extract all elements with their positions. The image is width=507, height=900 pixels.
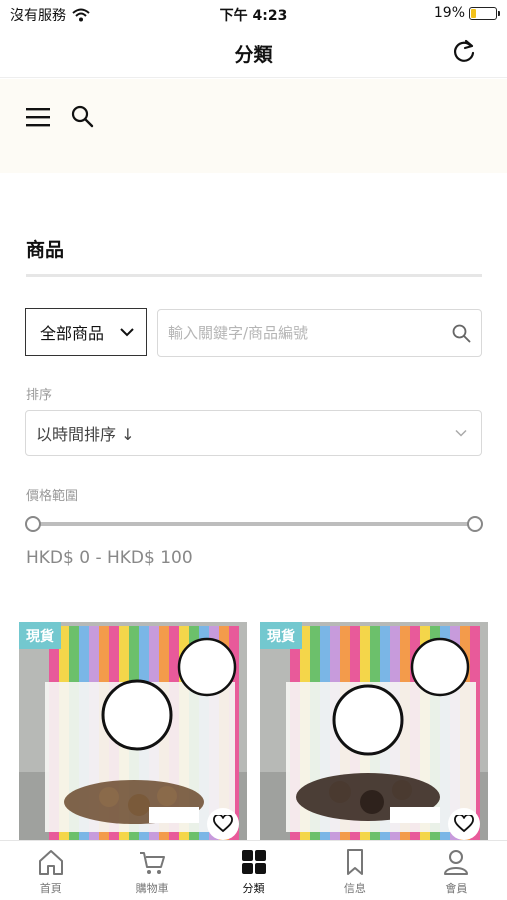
tab-category[interactable]: 分類 — [203, 841, 304, 900]
tab-label: 信息 — [343, 882, 366, 895]
battery-icon — [469, 6, 500, 20]
bottom-tab-bar: 首頁 購物車 分類 信息 會員 — [0, 840, 507, 900]
tab-label: 會員 — [445, 882, 468, 895]
grid-icon — [241, 850, 266, 874]
search-field[interactable] — [157, 309, 482, 357]
price-slider-track — [33, 522, 475, 526]
tab-member[interactable]: 會員 — [406, 841, 507, 900]
stock-badge: 現貨 — [19, 622, 61, 649]
price-slider-min-handle[interactable] — [25, 516, 41, 532]
section-title: 商品 — [26, 239, 65, 261]
tab-cart[interactable]: 購物車 — [101, 841, 202, 900]
cart-icon — [140, 852, 166, 874]
category-select-value: 全部商品 — [40, 324, 105, 343]
tab-home[interactable]: 首頁 — [0, 841, 101, 900]
product-card[interactable]: 現貨 — [19, 622, 247, 844]
price-range-value: HKD$ 0 - HKD$ 100 — [26, 548, 193, 568]
top-toolbar — [0, 79, 507, 173]
bookmark-icon — [346, 849, 363, 875]
tab-messages[interactable]: 信息 — [304, 841, 405, 900]
chevron-down-icon — [455, 429, 467, 437]
tab-label: 購物車 — [135, 882, 169, 895]
search-input[interactable] — [168, 324, 451, 342]
clock: 下午 4:23 — [219, 8, 288, 24]
hamburger-menu-icon[interactable] — [26, 105, 50, 129]
nav-header: 分類 — [0, 28, 507, 78]
category-select[interactable]: 全部商品 — [25, 308, 147, 356]
search-icon[interactable] — [451, 323, 471, 343]
heart-icon — [213, 815, 233, 833]
price-range-label: 價格範圍 — [26, 489, 79, 504]
page-title: 分類 — [234, 44, 273, 66]
wishlist-button[interactable] — [207, 808, 239, 840]
price-slider-max-handle[interactable] — [467, 516, 483, 532]
search-icon[interactable] — [70, 104, 94, 128]
user-icon — [444, 850, 469, 875]
product-card[interactable]: 現貨 — [260, 622, 488, 844]
tab-label: 首頁 — [39, 882, 62, 895]
sort-select[interactable]: 以時間排序 ↓ — [25, 410, 482, 456]
sort-select-value: 以時間排序 ↓ — [36, 425, 135, 444]
refresh-icon[interactable] — [451, 38, 477, 64]
price-slider[interactable] — [25, 515, 483, 533]
tab-label: 分類 — [242, 882, 265, 895]
section-divider — [26, 274, 482, 277]
stock-badge: 現貨 — [260, 622, 302, 649]
wishlist-button[interactable] — [448, 808, 480, 840]
heart-icon — [454, 815, 474, 833]
chevron-down-icon — [120, 328, 134, 337]
battery-percent: 19% — [433, 5, 465, 21]
sort-label: 排序 — [26, 388, 53, 403]
status-bar: 沒有服務 下午 4:23 19% — [0, 0, 507, 28]
home-icon — [38, 850, 63, 875]
